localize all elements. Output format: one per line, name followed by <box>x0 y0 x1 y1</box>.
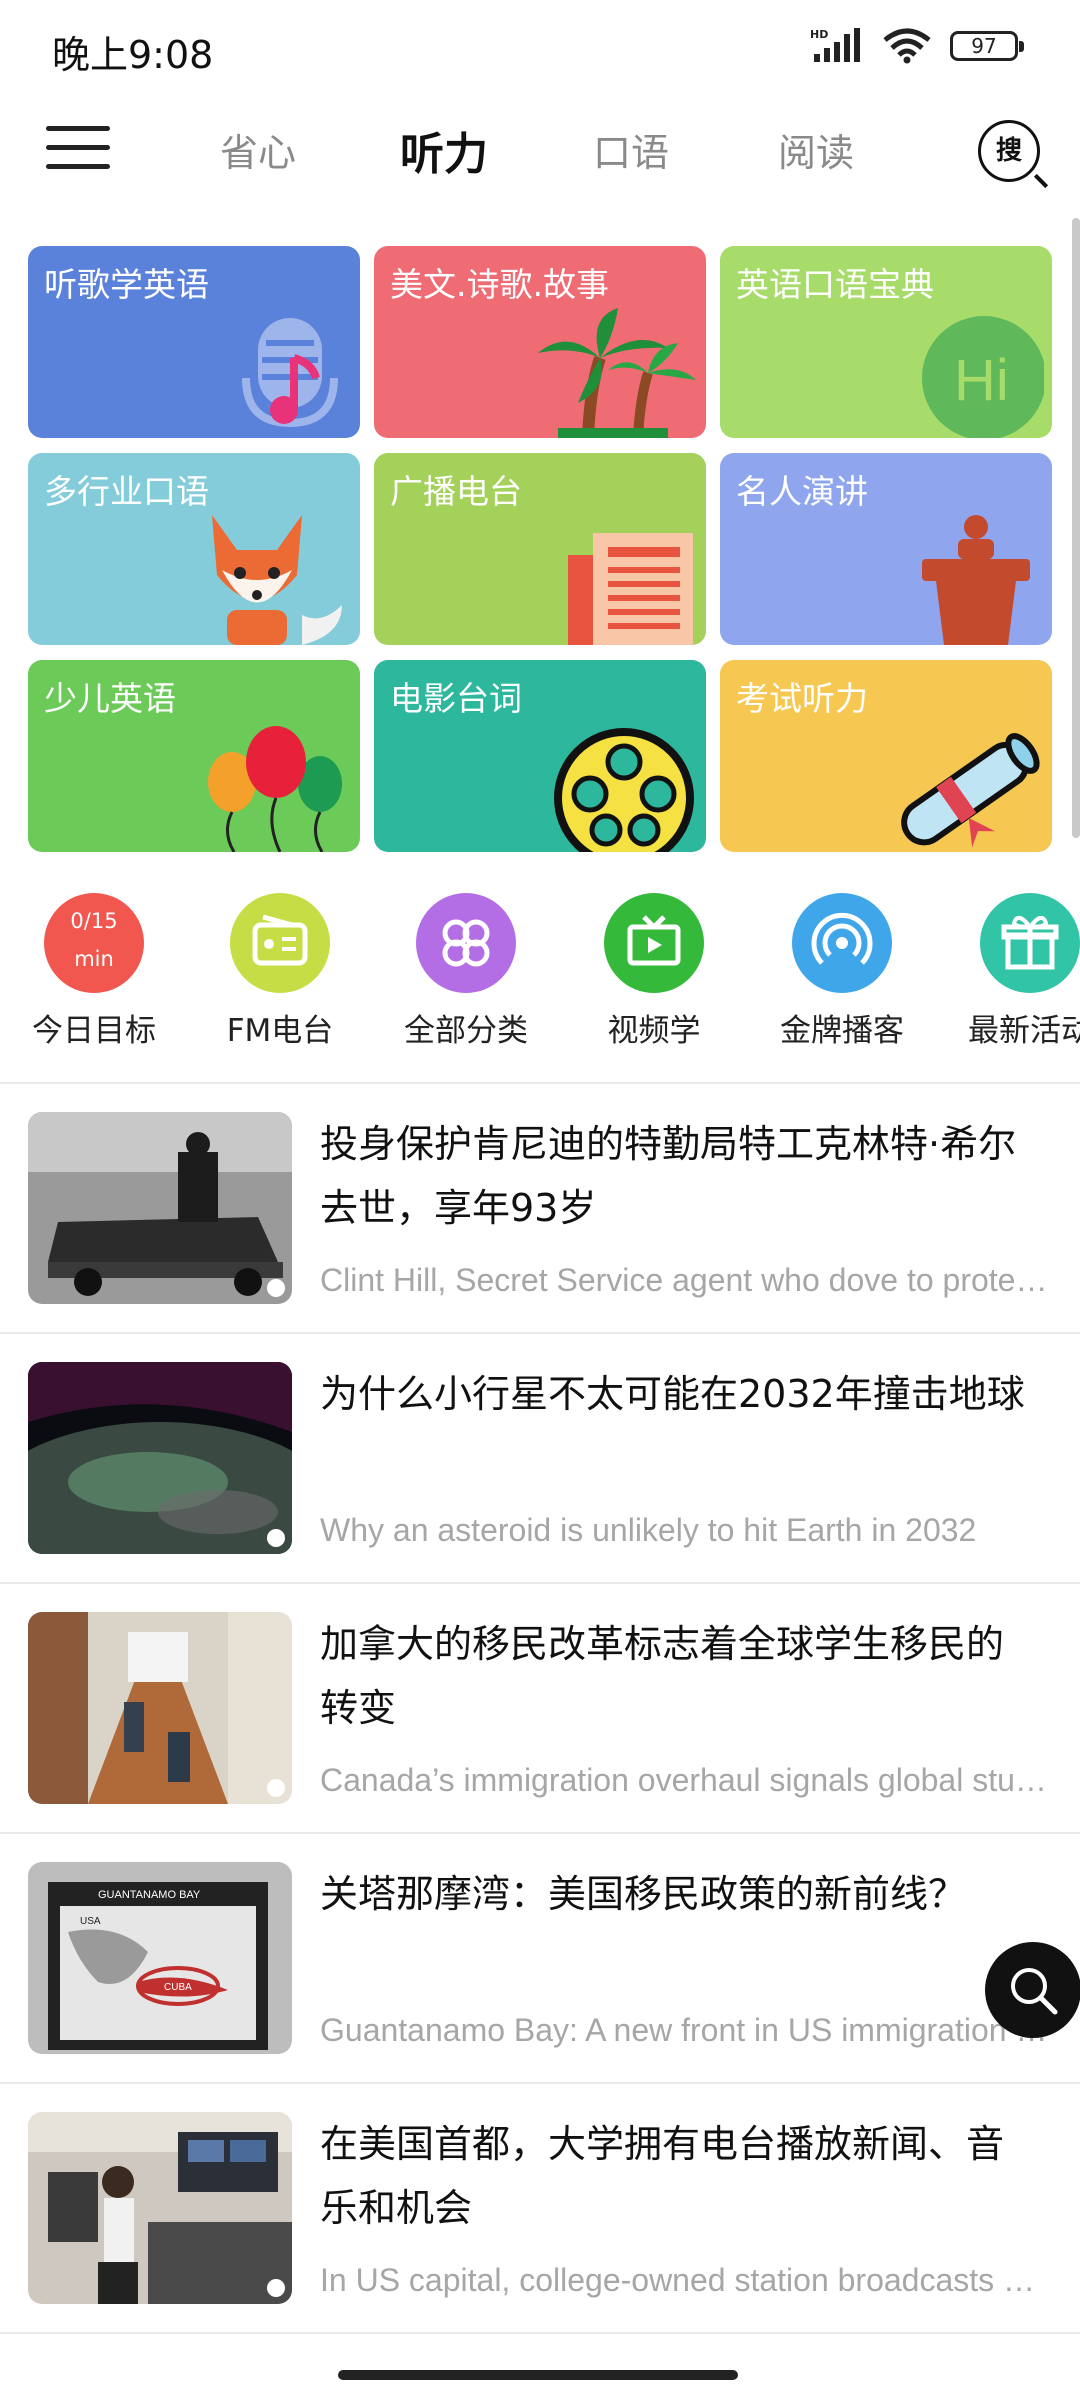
section-divider <box>0 1082 1080 1084</box>
tab-speaking[interactable]: 口语 <box>593 122 669 177</box>
shortcut-daily-goal[interactable]: 0/15 min 今日目标 <box>4 893 184 1050</box>
news-title: 在美国首都，大学拥有电台播放新闻、音乐和机会 <box>320 2122 1005 2230</box>
gift-icon <box>980 893 1080 993</box>
category-label: 广播电台 <box>390 472 522 511</box>
hi-bubble-icon: Hi <box>922 316 1044 438</box>
category-famous-speeches[interactable]: 名人演讲 <box>720 453 1052 645</box>
news-thumbnail <box>28 1362 292 1554</box>
signal-icon: HD <box>810 28 860 62</box>
news-item[interactable]: 加拿大的移民改革标志着全球学生移民的转变 Canada’s immigratio… <box>0 1612 1080 1862</box>
status-bar: 晚上9:08 HD 97 <box>0 0 1080 100</box>
category-listen-songs[interactable]: 听歌学英语 <box>28 246 360 438</box>
category-radio-station[interactable]: 广播电台 <box>374 453 706 645</box>
home-indicator[interactable] <box>338 2370 738 2380</box>
goal-progress: 0/15 <box>70 909 118 933</box>
status-time: 晚上9:08 <box>52 33 214 77</box>
shortcut-gold-podcast[interactable]: 金牌播客 <box>752 893 932 1050</box>
menu-icon[interactable] <box>46 126 110 176</box>
category-exam-listening[interactable]: 考试听力 <box>720 660 1052 852</box>
news-item[interactable]: 为什么小行星不太可能在2032年撞击地球 Why an asteroid is … <box>0 1362 1080 1612</box>
network-type: HD <box>810 28 828 41</box>
category-label: 名人演讲 <box>736 472 868 511</box>
radio-icon <box>230 893 330 993</box>
category-movie-lines[interactable]: 电影台词 <box>374 660 706 852</box>
battery-indicator: 97 <box>950 31 1024 61</box>
news-subtitle: In US capital, college-owned station bro… <box>320 2262 1050 2298</box>
status-icons: HD 97 <box>810 28 1024 64</box>
news-item[interactable]: 投身保护肯尼迪的特勤局特工克林特·希尔去世，享年93岁 Clint Hill, … <box>0 1112 1080 1362</box>
news-thumbnail <box>28 2112 292 2304</box>
goal-icon: 0/15 min <box>44 893 144 993</box>
shortcut-label: FM电台 <box>226 1013 334 1049</box>
shortcut-label: 全部分类 <box>404 1013 528 1049</box>
four-petal-icon <box>416 893 516 993</box>
news-item[interactable]: GUANTANAMO BAY USA CUBA 关塔那摩湾：美国移民政策的新前线… <box>0 1862 1080 2112</box>
category-kids-english[interactable]: 少儿英语 <box>28 660 360 852</box>
search-icon <box>1011 1968 1058 2015</box>
top-nav: 省心 听力 口语 阅读 搜 <box>0 100 1080 200</box>
shortcut-all-categories[interactable]: 全部分类 <box>376 893 556 1050</box>
news-divider <box>0 1582 1080 1584</box>
broadcast-icon <box>792 893 892 993</box>
category-speaking-bible[interactable]: 英语口语宝典 Hi <box>720 246 1052 438</box>
category-label: 听歌学英语 <box>44 265 209 304</box>
map-title: GUANTANAMO BAY <box>98 1889 201 1901</box>
news-subtitle: Clint Hill, Secret Service agent who dov… <box>320 1262 1050 1298</box>
map-cuba-label: CUBA <box>164 1982 192 1993</box>
news-title: 加拿大的移民改革标志着全球学生移民的转变 <box>320 1622 1005 1730</box>
palm-tree-icon <box>538 308 696 438</box>
tab-listening[interactable]: 听力 <box>400 118 488 182</box>
tab-shengxin[interactable]: 省心 <box>220 122 296 177</box>
podium-icon <box>922 515 1030 645</box>
category-label: 美文.诗歌.故事 <box>390 265 609 304</box>
category-grid: 听歌学英语 美文.诗歌.故事 英语口语宝典 Hi 多行业口语 广播电台 名人演讲… <box>28 246 1052 852</box>
category-label: 少儿英语 <box>44 679 176 718</box>
balloons-icon <box>208 726 342 852</box>
shortcut-label: 今日目标 <box>32 1013 156 1049</box>
hi-text: Hi <box>954 348 1009 413</box>
category-label: 考试听力 <box>736 679 868 718</box>
film-reel-icon <box>554 728 694 852</box>
tab-reading[interactable]: 阅读 <box>778 122 854 177</box>
scrollbar[interactable] <box>1072 218 1080 838</box>
shortcut-row: 0/15 min 今日目标 FM电台 全部分类 视频学 金牌播客 最新活动 <box>0 893 1080 1053</box>
news-subtitle: Guantanamo Bay: A new front in US immigr… <box>320 2012 1050 2048</box>
shortcut-latest-events[interactable]: 最新活动 <box>940 893 1080 1050</box>
news-subtitle: Why an asteroid is unlikely to hit Earth… <box>320 1512 977 1548</box>
shortcut-fm-radio[interactable]: FM电台 <box>190 893 370 1050</box>
microphone-music-icon <box>242 318 338 428</box>
news-item[interactable]: 在美国首都，大学拥有电台播放新闻、音乐和机会 In US capital, co… <box>0 2112 1080 2362</box>
news-divider <box>0 2082 1080 2084</box>
category-label: 多行业口语 <box>44 472 209 511</box>
news-thumbnail: GUANTANAMO BAY USA CUBA <box>28 1862 292 2054</box>
news-thumbnail <box>28 1112 292 1304</box>
shortcut-label: 视频学 <box>607 1013 701 1049</box>
news-subtitle: Canada’s immigration overhaul signals gl… <box>320 1762 1050 1798</box>
news-title: 投身保护肯尼迪的特勤局特工克林特·希尔去世，享年93岁 <box>320 1122 1017 1230</box>
news-title: 关塔那摩湾：美国移民政策的新前线？ <box>320 1872 967 1916</box>
news-title: 为什么小行星不太可能在2032年撞击地球 <box>320 1372 1025 1416</box>
news-divider <box>0 1832 1080 1834</box>
wifi-icon <box>883 28 931 64</box>
fox-icon <box>212 515 342 645</box>
diploma-icon <box>901 733 1040 848</box>
newspaper-icon <box>568 533 693 645</box>
news-divider <box>0 2332 1080 2334</box>
news-thumbnail <box>28 1612 292 1804</box>
floating-search-button[interactable] <box>985 1942 1080 2038</box>
category-prose-poetry[interactable]: 美文.诗歌.故事 <box>374 246 706 438</box>
map-usa-label: USA <box>80 1916 101 1927</box>
battery-level: 97 <box>971 34 997 58</box>
category-industry-speaking[interactable]: 多行业口语 <box>28 453 360 645</box>
shortcut-label: 最新活动 <box>968 1013 1080 1049</box>
category-label: 英语口语宝典 <box>736 265 934 304</box>
news-divider <box>0 1332 1080 1334</box>
category-label: 电影台词 <box>390 679 522 718</box>
search-button[interactable]: 搜 <box>978 120 1040 182</box>
shortcut-label: 金牌播客 <box>780 1013 904 1049</box>
shortcut-video-learning[interactable]: 视频学 <box>564 893 744 1050</box>
tv-icon <box>604 893 704 993</box>
goal-unit: min <box>74 947 114 971</box>
